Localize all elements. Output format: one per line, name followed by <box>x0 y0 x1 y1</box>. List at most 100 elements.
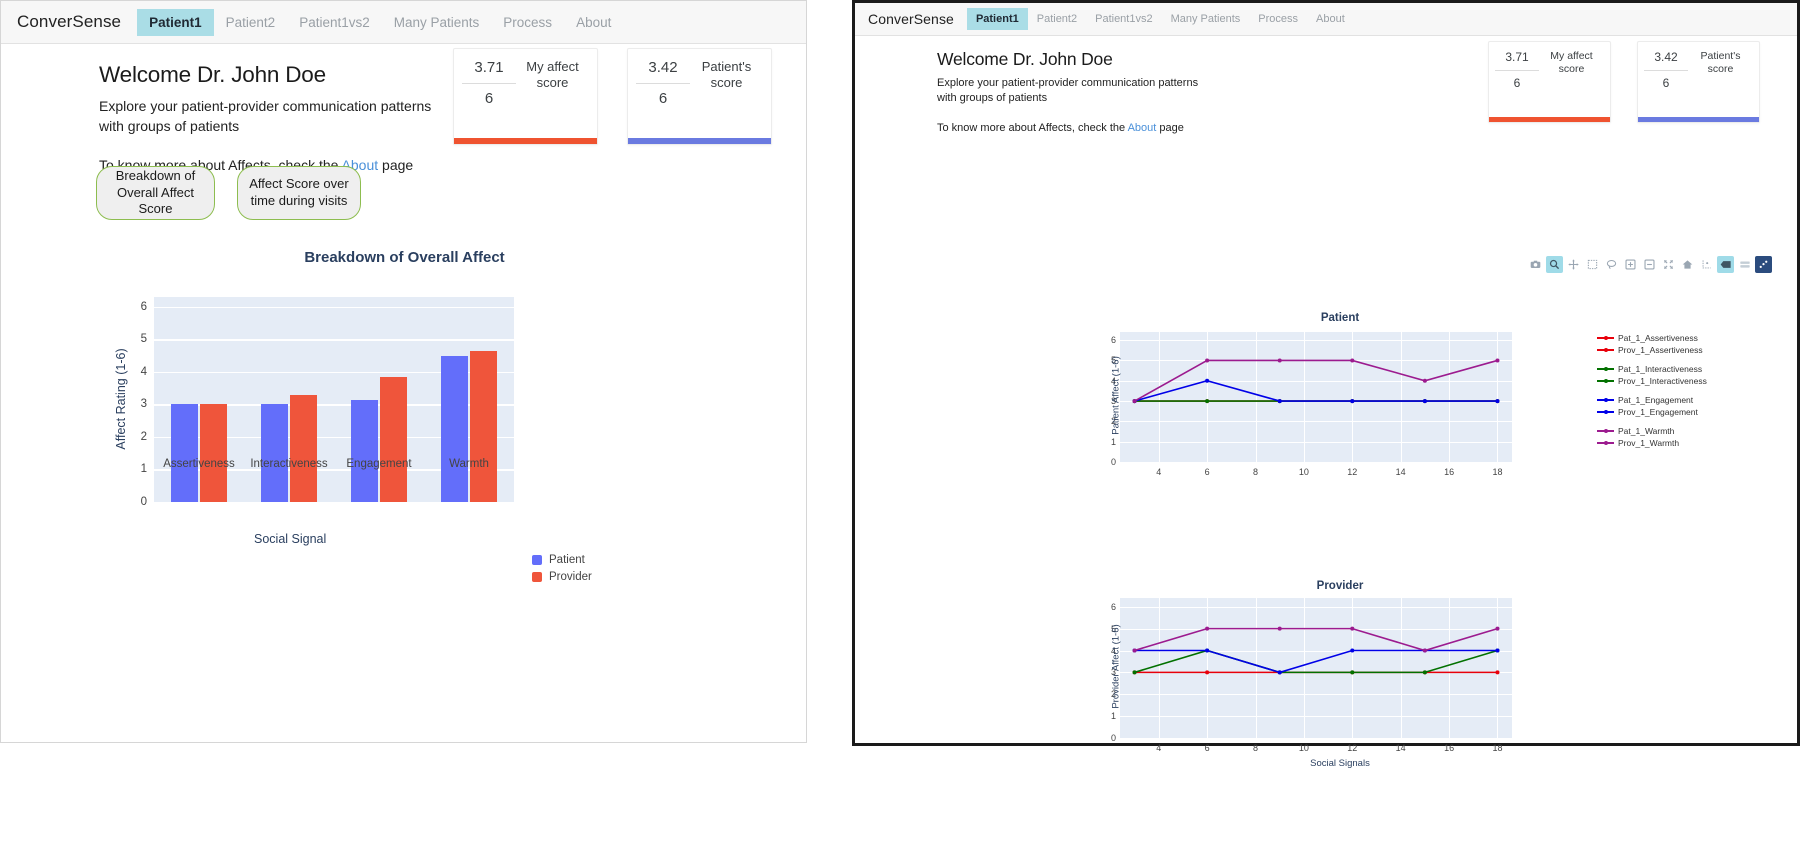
data-point[interactable] <box>1350 358 1355 363</box>
nav-item-patient1[interactable]: Patient1 <box>137 8 214 36</box>
legend-item[interactable]: Pat_1_Interactiveness <box>1597 363 1707 375</box>
breakdown-bar-chart[interactable]: Breakdown of Overall Affect Affect Ratin… <box>1 249 806 583</box>
data-point[interactable] <box>1205 648 1210 653</box>
affect-score-over-time-button[interactable]: Affect Score over time during visits <box>237 166 361 220</box>
data-point[interactable] <box>1277 670 1282 675</box>
data-point[interactable] <box>1350 399 1355 404</box>
provider-line-chart[interactable]: Provider 0 1 2 3 4 5 6 4 6 8 10 12 14 16 18 Provider Af… <box>1060 580 1620 770</box>
plotly-logo-icon[interactable] <box>1755 256 1772 273</box>
data-point[interactable] <box>1350 670 1355 675</box>
nav-item-patient1vs2[interactable]: Patient1vs2 <box>287 9 382 36</box>
data-point[interactable] <box>1495 358 1500 363</box>
data-point[interactable] <box>1495 626 1500 631</box>
bar-plot-area[interactable]: 0 1 2 3 4 5 6 <box>141 297 514 508</box>
data-point[interactable] <box>1277 399 1282 404</box>
line-series-svg <box>1132 358 1500 404</box>
lasso-select-icon[interactable] <box>1603 256 1620 273</box>
legend-item[interactable]: Pat_1_Assertiveness <box>1597 332 1707 344</box>
nav-item-patient1vs2[interactable]: Patient1vs2 <box>1086 8 1161 30</box>
legend-line-marker-icon <box>1597 365 1614 373</box>
bar-patient-assertiveness[interactable] <box>171 404 199 502</box>
bar-provider-interactiveness[interactable] <box>289 394 317 502</box>
line-charts-legend[interactable]: Pat_1_Assertiveness Prov_1_Assertiveness P… <box>1597 332 1707 449</box>
data-point[interactable] <box>1350 648 1355 653</box>
reset-axes-icon[interactable] <box>1679 256 1696 273</box>
score-fraction-line <box>1644 70 1688 71</box>
hover-compare-icon[interactable] <box>1717 256 1734 273</box>
legend-item[interactable]: Prov_1_Warmth <box>1597 437 1707 449</box>
bar-chart-y-tick: 6 <box>140 300 147 313</box>
nav-item-about[interactable]: About <box>564 9 623 36</box>
legend-item[interactable]: Pat_1_Warmth <box>1597 425 1707 437</box>
nav-item-many-patients[interactable]: Many Patients <box>1162 8 1250 30</box>
about-prefix: To know more about Affects, check the <box>937 122 1128 134</box>
brand-logo[interactable]: ConverSense <box>855 11 967 27</box>
data-point[interactable] <box>1422 670 1427 675</box>
bar-provider-warmth[interactable] <box>469 350 497 502</box>
patient-line-chart[interactable]: Patient 0 1 2 3 4 5 6 4 6 8 10 12 14 16 18 Patient Affe… <box>1060 312 1620 487</box>
camera-icon[interactable] <box>1527 256 1544 273</box>
about-link[interactable]: About <box>1128 122 1157 134</box>
data-point[interactable] <box>1132 670 1137 675</box>
nav-item-process[interactable]: Process <box>1249 8 1307 30</box>
data-point[interactable] <box>1350 626 1355 631</box>
line-Prov_1_Warmth[interactable] <box>1134 627 1498 652</box>
bar-patient-interactiveness[interactable] <box>261 404 289 502</box>
box-select-icon[interactable] <box>1584 256 1601 273</box>
legend-group-spacer <box>1597 418 1707 425</box>
line-Pat_1_Warmth[interactable] <box>1134 359 1498 402</box>
legend-item[interactable]: Prov_1_Engagement <box>1597 406 1707 418</box>
nav-item-many-patients[interactable]: Many Patients <box>382 9 492 36</box>
data-point[interactable] <box>1422 399 1427 404</box>
data-point[interactable] <box>1422 648 1427 653</box>
data-point[interactable] <box>1495 648 1500 653</box>
line-plot-area[interactable] <box>1120 332 1512 462</box>
bar-provider-assertiveness[interactable] <box>199 404 227 502</box>
score-accent-bar <box>454 138 597 144</box>
bar-patient-warmth[interactable] <box>441 355 469 502</box>
line-chart-x-tick: 18 <box>1492 743 1503 753</box>
autoscale-icon[interactable] <box>1660 256 1677 273</box>
bar-chart-y-axis-label: Affect Rating (1-6) <box>114 348 128 450</box>
legend-item[interactable]: Provider <box>532 571 592 583</box>
zoom-icon[interactable] <box>1546 256 1563 273</box>
plotly-modebar[interactable] <box>1527 256 1772 273</box>
pan-icon[interactable] <box>1565 256 1582 273</box>
zoom-out-icon[interactable] <box>1641 256 1658 273</box>
legend-item[interactable]: Prov_1_Assertiveness <box>1597 344 1707 356</box>
legend-item[interactable]: Patient <box>532 554 592 566</box>
line-plot-area[interactable] <box>1120 598 1512 738</box>
bar-patient-engagement[interactable] <box>351 399 379 502</box>
data-point[interactable] <box>1205 626 1210 631</box>
nav-item-patient2[interactable]: Patient2 <box>1028 8 1086 30</box>
nav-item-about[interactable]: About <box>1307 8 1354 30</box>
data-point[interactable] <box>1132 399 1137 404</box>
score-card-patient-score: 3.42 6 Patient's score <box>1637 41 1760 123</box>
bar-provider-engagement[interactable] <box>379 376 407 502</box>
data-point[interactable] <box>1277 626 1282 631</box>
data-point[interactable] <box>1205 358 1210 363</box>
data-point[interactable] <box>1205 670 1210 675</box>
legend-item[interactable]: Pat_1_Engagement <box>1597 394 1707 406</box>
data-point[interactable] <box>1132 648 1137 653</box>
hover-closest-icon[interactable] <box>1736 256 1753 273</box>
data-point[interactable] <box>1205 378 1210 383</box>
nav-item-patient2[interactable]: Patient2 <box>214 9 288 36</box>
data-point[interactable] <box>1277 358 1282 363</box>
line-Prov_1_Engagement[interactable] <box>1134 649 1498 674</box>
data-point[interactable] <box>1495 399 1500 404</box>
data-point[interactable] <box>1495 670 1500 675</box>
nav-item-patient1[interactable]: Patient1 <box>966 8 1028 30</box>
data-point[interactable] <box>1422 378 1427 383</box>
score-accent-bar <box>1638 117 1759 122</box>
nav-item-process[interactable]: Process <box>491 9 564 36</box>
bar-chart-legend[interactable]: Patient Provider <box>532 554 592 588</box>
line-Pat_1_Engagement[interactable] <box>1134 379 1498 402</box>
breakdown-overall-affect-button[interactable]: Breakdown of Overall Affect Score <box>96 166 215 220</box>
data-point[interactable] <box>1205 399 1210 404</box>
legend-item[interactable]: Prov_1_Interactiveness <box>1597 375 1707 387</box>
brand-logo[interactable]: ConverSense <box>1 12 137 32</box>
line-chart-y-tick: 0 <box>1110 733 1116 743</box>
zoom-in-icon[interactable] <box>1622 256 1639 273</box>
spike-lines-icon[interactable] <box>1698 256 1715 273</box>
